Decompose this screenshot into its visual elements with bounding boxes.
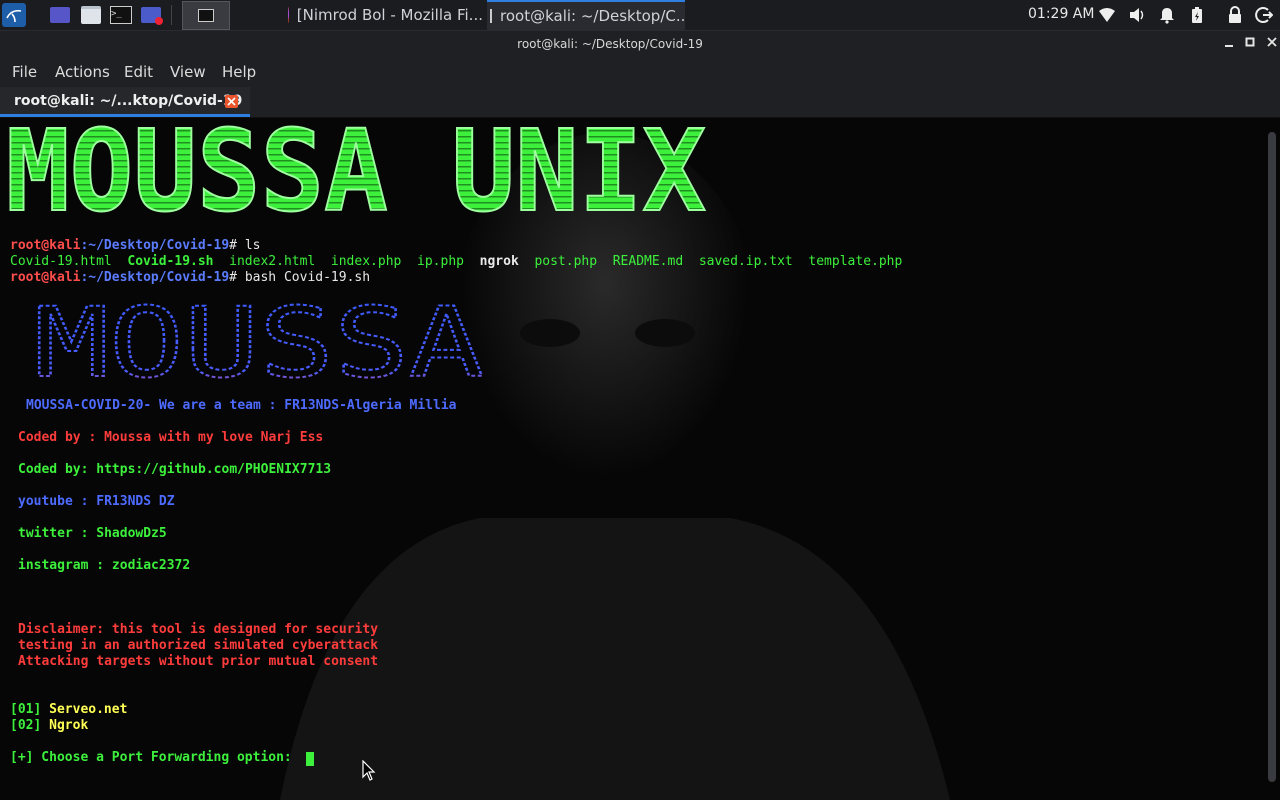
minimize-icon [1225,45,1233,47]
logout-icon[interactable] [1255,6,1273,24]
kali-menu-icon[interactable] [2,3,26,27]
option-label: Serveo.net [49,702,128,717]
ls-file: README.md [612,254,684,269]
maximize-button[interactable] [1243,36,1257,50]
close-icon [1267,37,1277,47]
option-number: [01] [10,702,42,717]
maximize-icon [1245,37,1255,47]
ls-file: index.php [330,254,402,269]
taskbar-firefox[interactable]: [Nimrod Bol - Mozilla Fi... [288,0,483,30]
menu-actions[interactable]: Actions [55,63,110,81]
ls-file: Covid-19.sh [127,254,214,269]
terminal-cursor [306,752,314,766]
ls-file: post.php [534,254,598,269]
menu-help[interactable]: Help [222,63,256,81]
taskbar-firefox-label: [Nimrod Bol - Mozilla Fi... [296,6,483,24]
ls-file: ip.php [417,254,464,269]
lock-icon[interactable] [1226,6,1244,24]
option-ngrok: [02] Ngrok [10,718,88,734]
prompt-line-2: root@kali:~/Desktop/Covid-19# bash Covid… [10,270,370,286]
ls-output: Covid-19.html Covid-19.sh index2.html in… [10,254,902,270]
option-serveo: [01] Serveo.net [10,702,127,718]
window-title: root@kali: ~/Desktop/Covid-19 [517,37,703,51]
tab-close-button[interactable] [225,95,238,108]
prompt-line-1: root@kali:~/Desktop/Covid-19# ls [10,238,260,254]
panel-separator [171,5,172,25]
youtube-line: youtube : FR13NDS DZ [18,494,175,509]
top-panel: >_ [Nimrod Bol - Mozilla Fi... root@kali… [0,0,1280,31]
ls-file: Covid-19.html [10,254,112,269]
ls-file: saved.ip.txt [698,254,793,269]
terminal-scrollbar[interactable] [1268,132,1276,782]
prompt-user: root@kali [10,270,81,285]
port-forward-prompt: [+] Choose a Port Forwarding option: [10,750,300,765]
prompt-user: root@kali [10,238,81,253]
firefox-icon [288,7,289,23]
command-ls: # ls [229,238,261,253]
prompt-path: :~/Desktop/Covid-19 [80,270,230,285]
terminal-icon [490,9,492,23]
tab-label: root@kali: ~/...ktop/Covid-19 [14,93,243,109]
workspace-switcher[interactable] [182,1,230,30]
option-number: [02] [10,718,42,733]
disclaimer-line: Disclaimer: this tool is designed for se… [18,622,379,637]
wifi-icon[interactable] [1098,6,1116,24]
minimize-button[interactable] [1222,36,1236,50]
close-window-button[interactable] [1265,36,1279,50]
menu-edit[interactable]: Edit [124,63,153,81]
coded-by-line: Coded by : Moussa with my love Narj Ess [18,430,324,445]
notifications-icon[interactable] [1158,6,1176,24]
window-titlebar[interactable]: root@kali: ~/Desktop/Covid-19 [0,31,1280,59]
twitter-line: twitter : ShadowDz5 [18,526,167,541]
disclaimer-line: Attacking targets without prior mutual c… [18,654,379,669]
tab-terminal[interactable]: root@kali: ~/...ktop/Covid-19 [0,87,250,117]
ascii-logo-text: MOUSSA [34,296,484,384]
command-bash: # bash Covid-19.sh [229,270,371,285]
tab-bar: root@kali: ~/...ktop/Covid-19 [0,87,1280,118]
file-manager-icon[interactable] [79,3,103,27]
ls-file: index2.html [229,254,316,269]
moussa-ascii-logo: MOUSSA [33,296,485,384]
close-icon [227,97,236,106]
volume-icon[interactable] [1128,6,1146,24]
instagram-line: instagram : zodiac2372 [18,558,191,573]
ls-file: ngrok [479,254,519,269]
menu-view[interactable]: View [170,63,206,81]
mouse-pointer-icon [362,760,376,781]
prompt-path: :~/Desktop/Covid-19 [80,238,230,253]
workspace-icon[interactable] [48,3,72,27]
moussa-unix-banner: MOUSSA UNIX [6,124,707,222]
active-tab-indicator [0,114,250,117]
banner-text: MOUSSA UNIX [6,124,706,222]
taskbar-terminal-label: root@kali: ~/Desktop/C... [500,7,685,25]
clock[interactable]: 01:29 AM [1028,6,1094,22]
github-line: Coded by: https://github.com/PHOENIX7713 [18,462,332,477]
battery-icon[interactable] [1188,6,1206,24]
option-label: Ngrok [49,718,89,733]
terminal-body[interactable]: MOUSSA UNIX root@kali:~/Desktop/Covid-19… [0,118,1280,800]
taskbar-terminal[interactable]: root@kali: ~/Desktop/C... [487,0,685,30]
menu-file[interactable]: File [12,63,37,81]
disclaimer-line: testing in an authorized simulated cyber… [18,638,379,653]
ls-file: template.php [808,254,903,269]
screen-recorder-icon[interactable] [139,3,163,27]
team-line: MOUSSA-COVID-20- We are a team : FR13NDS… [26,398,457,413]
terminal-launcher-icon[interactable]: >_ [109,3,133,27]
menu-bar: File Actions Edit View Help [0,59,1280,87]
